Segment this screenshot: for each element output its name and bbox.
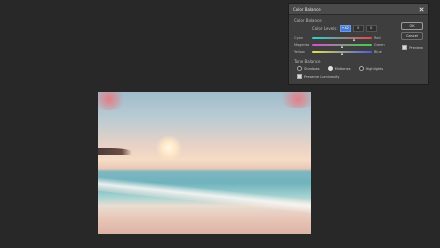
magenta-green-level-field[interactable]: 0	[352, 25, 364, 32]
slider-thumb[interactable]	[353, 37, 356, 41]
radio-label: Shadows	[304, 66, 320, 71]
highlights-radio[interactable]: Highlights	[358, 66, 384, 71]
slider-thumb[interactable]	[340, 51, 343, 55]
cloud-shape	[98, 92, 126, 110]
slider-right-label: Green	[374, 42, 385, 47]
slider-left-label: Cyan	[294, 35, 303, 40]
sun-shape	[156, 135, 182, 161]
preserve-luminosity-checkbox[interactable]: Preserve Luminosity	[294, 74, 423, 79]
yellow-blue-level-field[interactable]: 0	[365, 25, 377, 32]
slider-right-label: Blue	[374, 49, 382, 54]
island-shape	[98, 148, 132, 155]
midtones-radio[interactable]: Midtones	[327, 66, 351, 71]
tone-balance-label: Tone Balance	[294, 59, 321, 64]
radio-dot[interactable]	[358, 66, 364, 71]
radio-label: Midtones	[334, 66, 351, 71]
cyan-red-level-field[interactable]: +42	[339, 25, 351, 32]
cancel-button[interactable]: Cancel	[401, 32, 423, 40]
radio-dot[interactable]	[327, 66, 333, 71]
slider-left-label: Magenta	[294, 42, 310, 47]
yellow-blue-slider[interactable]	[312, 50, 372, 55]
checkbox-box[interactable]	[402, 45, 408, 50]
preserve-luminosity-label: Preserve Luminosity	[304, 74, 340, 79]
canvas-image[interactable]	[98, 92, 311, 234]
cyan-red-slider[interactable]	[312, 36, 372, 41]
checkbox-box[interactable]	[297, 74, 302, 79]
slider-right-label: Red	[374, 35, 381, 40]
slider-thumb[interactable]	[340, 44, 343, 48]
dialog-titlebar[interactable]: Color Balance	[289, 4, 428, 15]
cloud-shape	[278, 92, 311, 108]
magenta-green-slider[interactable]	[312, 43, 372, 48]
radio-label: Highlights	[365, 66, 384, 71]
tone-radio-group: Shadows Midtones Highlights	[294, 66, 423, 71]
preview-checkbox[interactable]: Preview	[402, 45, 423, 50]
ok-button[interactable]: OK	[401, 22, 423, 30]
dialog-title: Color Balance	[293, 6, 321, 12]
shadows-radio[interactable]: Shadows	[297, 66, 320, 71]
preview-label: Preview	[409, 45, 423, 50]
close-icon[interactable]	[419, 7, 424, 12]
color-levels-label: Color Levels:	[312, 26, 338, 31]
radio-dot[interactable]	[297, 66, 302, 71]
wave-foam-shape	[98, 176, 311, 214]
color-balance-dialog: Color Balance Color Balance Color Levels…	[288, 3, 429, 85]
slider-left-label: Yellow	[294, 49, 305, 54]
